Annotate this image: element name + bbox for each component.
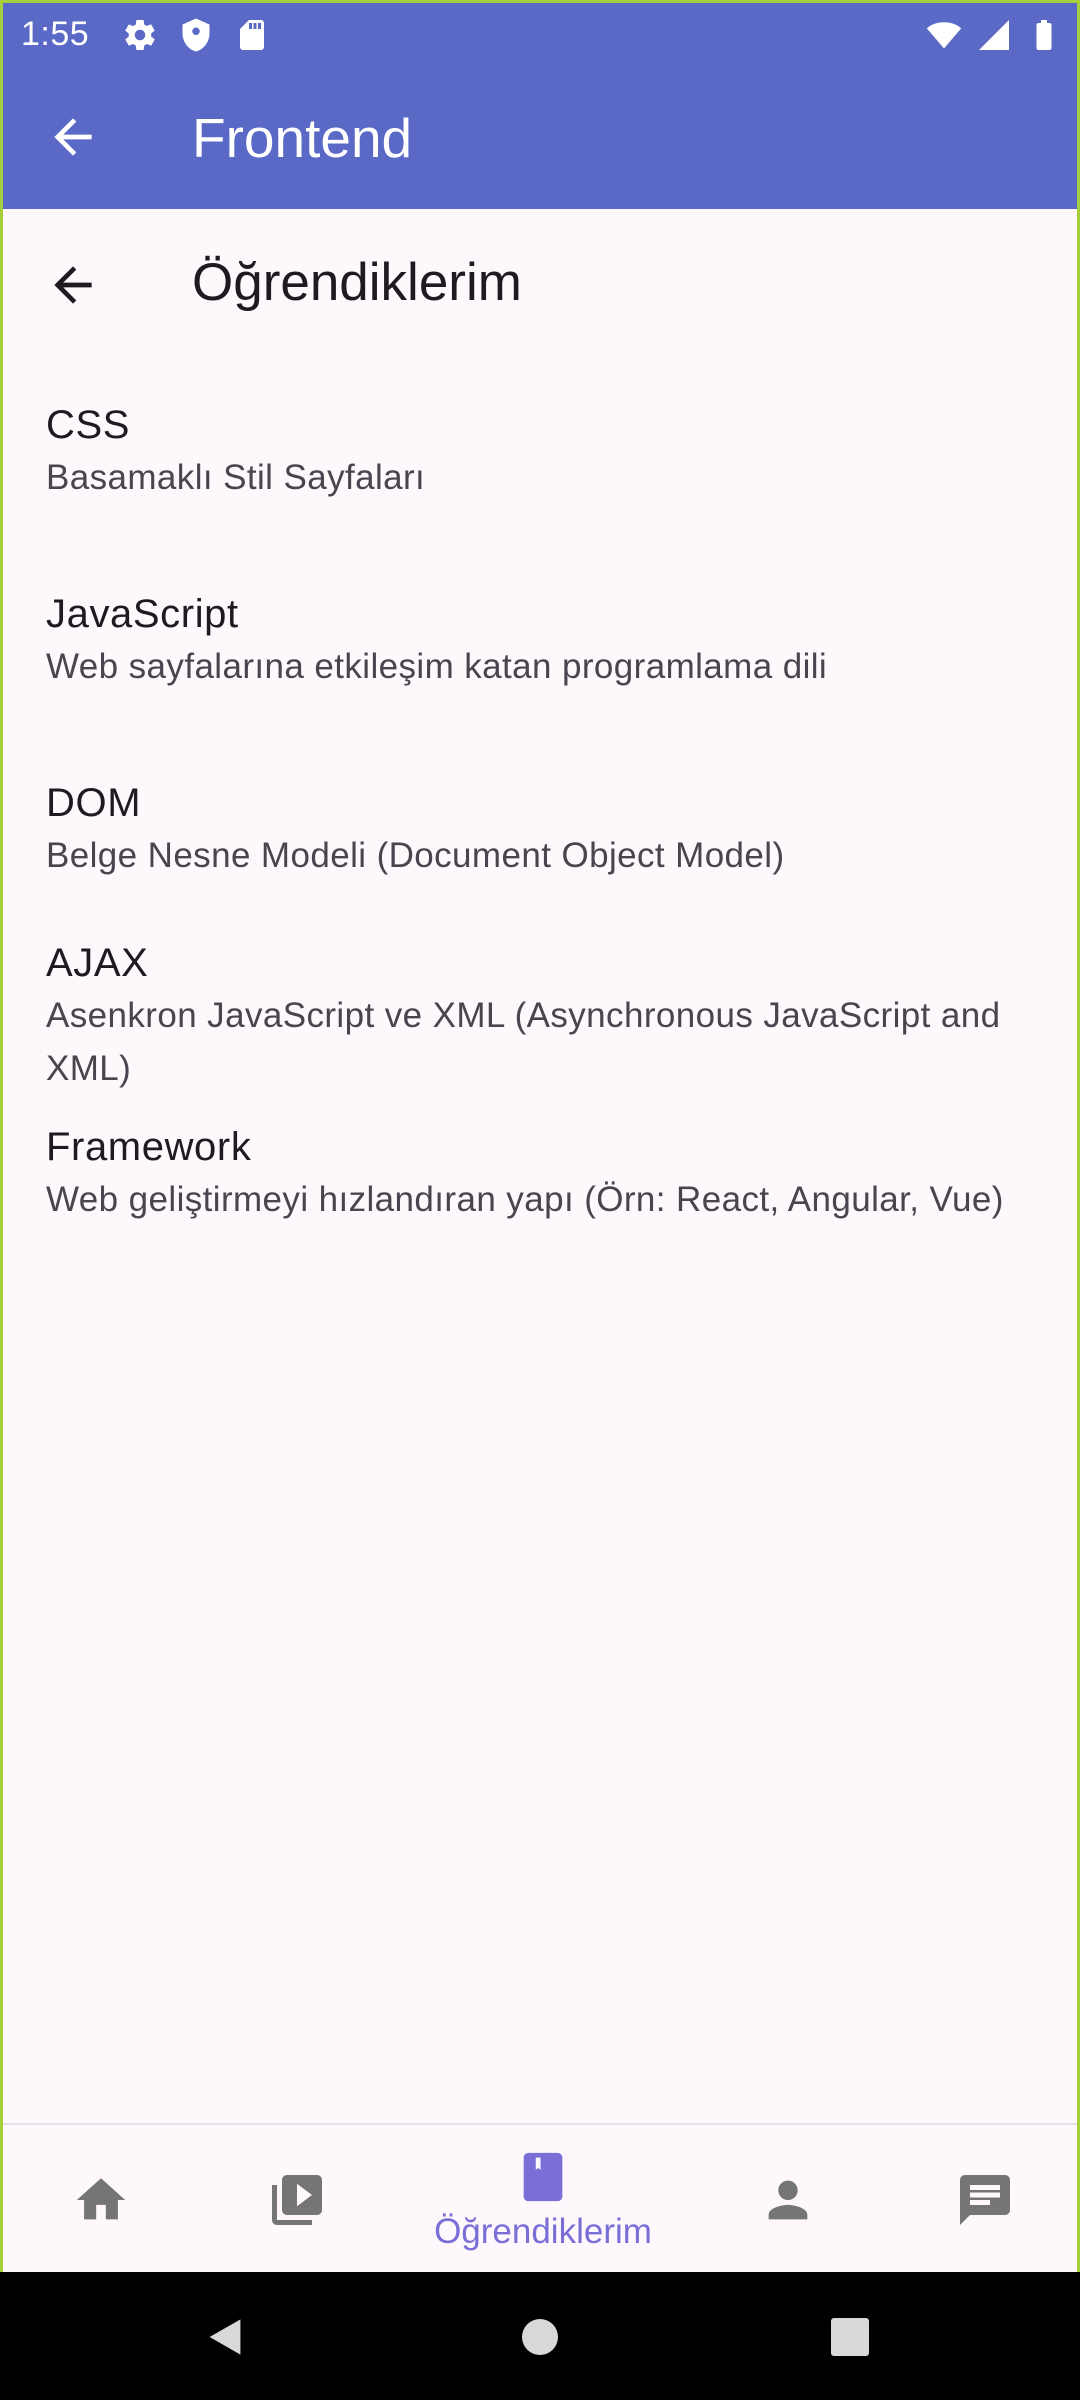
- status-time: 1:55: [21, 15, 90, 53]
- person-icon: [768, 2180, 808, 2220]
- bookmark-icon: [523, 2152, 563, 2202]
- system-home-button[interactable]: [505, 2302, 575, 2372]
- page-header: Öğrendiklerim: [3, 209, 1077, 359]
- list-item-subtitle: Web geliştirmeyi hızlandıran yapı (Örn: …: [46, 1180, 1004, 1219]
- list-item[interactable]: Framework Web geliştirmeyi hızlandıran y…: [3, 1121, 1077, 1321]
- nav-videos[interactable]: [247, 2125, 347, 2272]
- nav-profile[interactable]: [738, 2125, 838, 2272]
- status-bar: 1:55: [3, 3, 1077, 63]
- page-title: Öğrendiklerim: [192, 253, 522, 312]
- chat-icon: [960, 2175, 1010, 2225]
- nav-label: Öğrendiklerim: [434, 2212, 652, 2251]
- list-item-subtitle: Asenkron JavaScript ve XML (Asynchronous…: [46, 996, 1001, 1088]
- nav-messages[interactable]: [935, 2125, 1035, 2272]
- list-item-title: DOM: [46, 781, 142, 825]
- bottom-navigation: Öğrendiklerim: [3, 2123, 1077, 2272]
- list-item[interactable]: DOM Belge Nesne Modeli (Document Object …: [3, 737, 1077, 911]
- status-left-icons: [121, 17, 271, 53]
- app-bar: Frontend: [3, 63, 1077, 209]
- settings-icon: [125, 20, 155, 51]
- list-item-title: AJAX: [46, 941, 149, 985]
- system-navigation-bar: [0, 2272, 1080, 2400]
- home-icon: [76, 2178, 126, 2220]
- list-item-title: JavaScript: [46, 592, 239, 636]
- list-item-title: Framework: [46, 1125, 252, 1169]
- home-circle-icon: [522, 2319, 558, 2355]
- topic-list: CSS Basamaklı Stil Sayfaları JavaScript …: [3, 359, 1077, 1321]
- app-frame: 1:55 Frontend Öğrendiklerim CSS Basamakl…: [0, 0, 1080, 2272]
- list-item-subtitle: Belge Nesne Modeli (Document Object Mode…: [46, 836, 785, 875]
- shield-icon: [182, 18, 210, 52]
- sd-card-icon: [240, 20, 264, 50]
- list-item-subtitle: Basamaklı Stil Sayfaları: [46, 458, 426, 497]
- status-right-icons: [925, 17, 1063, 53]
- list-item[interactable]: AJAX Asenkron JavaScript ve XML (Asynchr…: [3, 911, 1077, 1121]
- arrow-back-icon: [54, 266, 92, 304]
- list-item[interactable]: CSS Basamaklı Stil Sayfaları: [3, 359, 1077, 548]
- system-back-button[interactable]: [190, 2302, 260, 2372]
- app-bar-back-button[interactable]: [43, 107, 103, 167]
- list-item-subtitle: Web sayfalarına etkileşim katan programl…: [46, 647, 828, 686]
- page-back-button[interactable]: [43, 255, 103, 315]
- nav-ogrendiklerim[interactable]: Öğrendiklerim: [393, 2125, 693, 2272]
- system-recents-button[interactable]: [815, 2302, 885, 2372]
- nav-home[interactable]: [51, 2125, 151, 2272]
- list-item[interactable]: JavaScript Web sayfalarına etkileşim kat…: [3, 548, 1077, 737]
- top-bar: 1:55 Frontend: [3, 3, 1077, 209]
- recents-square-icon: [831, 2318, 869, 2356]
- battery-icon: [1036, 20, 1052, 50]
- back-triangle-icon: [209, 2319, 241, 2355]
- signal-icon: [979, 20, 1009, 50]
- arrow-back-icon: [54, 118, 92, 156]
- wifi-icon: [926, 22, 962, 49]
- video-library-icon: [272, 2175, 322, 2225]
- list-item-title: CSS: [46, 403, 131, 447]
- app-bar-title: Frontend: [192, 107, 413, 169]
